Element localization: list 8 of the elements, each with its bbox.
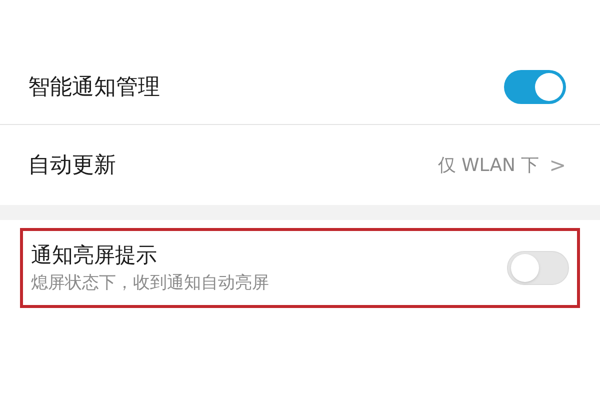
toggle-switch[interactable] [507,251,569,285]
chevron-icon: > [549,150,566,180]
setting-description: 熄屏状态下，收到通知自动亮屏 [31,272,269,294]
setting-label: 通知亮屏提示 [31,242,158,268]
setting-label: 智能通知管理 [28,74,160,102]
setting-label: 自动更新 [28,152,116,180]
setting-value: 仅 WLAN 下 [438,154,540,178]
toggle-switch[interactable] [504,70,566,104]
